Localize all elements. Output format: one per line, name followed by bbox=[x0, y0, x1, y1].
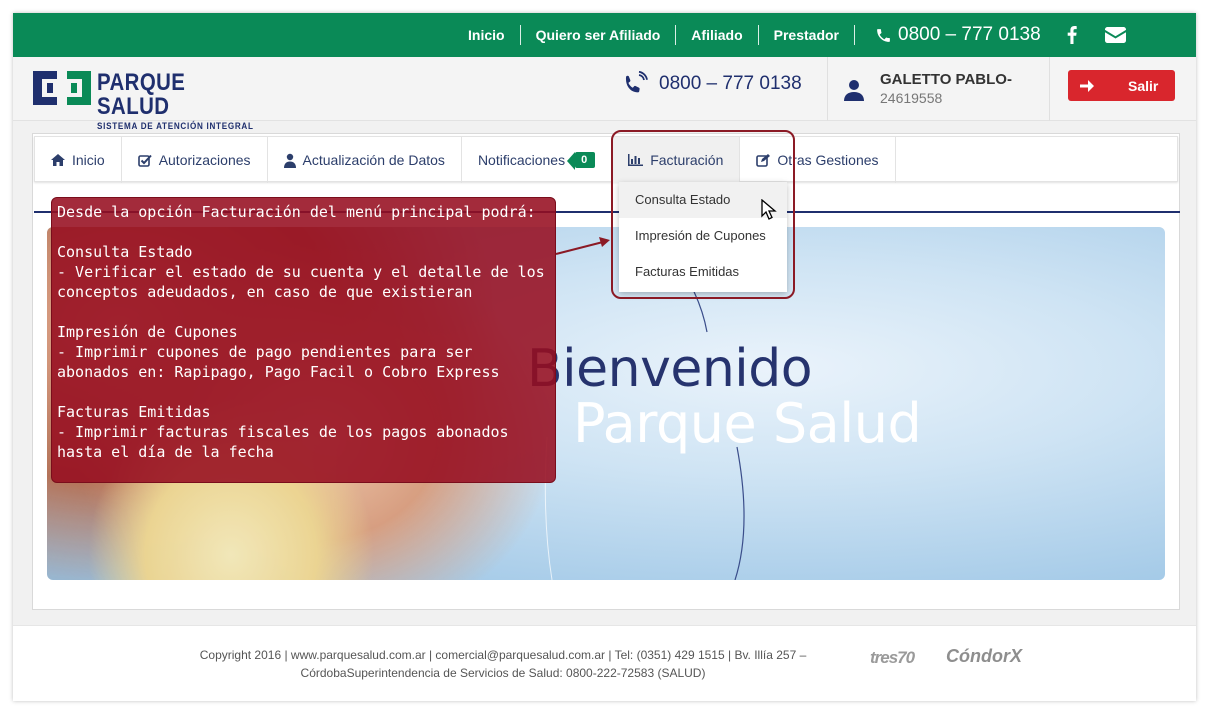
top-nav-inicio[interactable]: Inicio bbox=[453, 25, 521, 45]
user-box: GALETTO PABLO- 24619558 bbox=[827, 57, 1050, 121]
header-phone-number: 0800 – 777 0138 bbox=[659, 73, 802, 94]
logout-label: Salir bbox=[1128, 77, 1159, 94]
top-nav-prestador[interactable]: Prestador bbox=[759, 25, 855, 45]
facebook-icon[interactable] bbox=[1067, 26, 1077, 44]
envelope-icon[interactable] bbox=[1104, 27, 1126, 43]
top-nav-afiliado[interactable]: Afiliado bbox=[676, 25, 759, 45]
user-name: GALETTO PABLO- bbox=[880, 71, 1012, 88]
phone-icon bbox=[877, 28, 890, 42]
help-callout: Desde la opción Facturación del menú pri… bbox=[51, 197, 556, 483]
logo[interactable]: PARQUE SALUD SISTEMA DE ATENCIÓN INTEGRA… bbox=[33, 71, 277, 131]
footer-copyright: Copyright 2016 | www.parquesalud.com.ar … bbox=[199, 648, 807, 680]
callout-arrow-icon bbox=[555, 237, 610, 255]
top-bar: Inicio Quiero ser Afiliado Afiliado Pres… bbox=[13, 13, 1196, 57]
top-phone-number: 0800 – 777 0138 bbox=[898, 24, 1041, 45]
check-square-icon bbox=[137, 154, 152, 167]
menu-item-notificaciones[interactable]: Notificaciones 0 bbox=[462, 137, 613, 183]
user-id: 24619558 bbox=[880, 90, 943, 106]
menu-item-inicio[interactable]: Inicio bbox=[35, 137, 122, 183]
menu-label: Actualización de Datos bbox=[302, 152, 445, 168]
logout-button[interactable]: Salir bbox=[1068, 70, 1175, 101]
menu-label: Notificaciones bbox=[477, 152, 566, 168]
user-icon bbox=[844, 80, 864, 101]
home-icon bbox=[51, 154, 65, 166]
logo-title: PARQUE SALUD bbox=[97, 69, 186, 120]
footer: Copyright 2016 | www.parquesalud.com.ar … bbox=[13, 625, 1196, 701]
header: PARQUE SALUD SISTEMA DE ATENCIÓN INTEGRA… bbox=[13, 57, 1196, 131]
notifications-badge: 0 bbox=[567, 152, 596, 170]
menu-label: Inicio bbox=[72, 152, 105, 168]
menu-item-actualizacion-datos[interactable]: Actualización de Datos bbox=[268, 137, 462, 183]
top-phone[interactable]: 0800 – 777 0138 bbox=[855, 24, 1041, 46]
logo-subtitle: SISTEMA DE ATENCIÓN INTEGRAL bbox=[97, 121, 254, 131]
banner-subtitle: Parque Salud bbox=[573, 392, 922, 455]
phone-ringing-icon bbox=[625, 71, 648, 93]
menu-label: Autorizaciones bbox=[158, 152, 251, 168]
menu-item-autorizaciones[interactable]: Autorizaciones bbox=[122, 137, 268, 183]
logo-text: PARQUE SALUD SISTEMA DE ATENCIÓN INTEGRA… bbox=[97, 69, 277, 132]
logo-mark-icon bbox=[33, 71, 91, 105]
header-phone[interactable]: 0800 – 777 0138 bbox=[623, 71, 802, 97]
brand-condorx[interactable]: CóndorX bbox=[946, 646, 1022, 667]
arrow-right-icon bbox=[1080, 79, 1094, 92]
brand-tres70[interactable]: tres70 bbox=[870, 648, 915, 668]
banner-title: Bienvenido bbox=[527, 339, 813, 399]
mouse-pointer-icon bbox=[761, 199, 777, 220]
social-links bbox=[1067, 26, 1126, 44]
top-nav: Inicio Quiero ser Afiliado Afiliado Pres… bbox=[453, 13, 1126, 57]
user-icon bbox=[283, 153, 296, 168]
top-nav-quiero-ser-afiliado[interactable]: Quiero ser Afiliado bbox=[521, 25, 677, 45]
main-menu: Inicio Autorizaciones Actualización de D… bbox=[34, 136, 1178, 183]
